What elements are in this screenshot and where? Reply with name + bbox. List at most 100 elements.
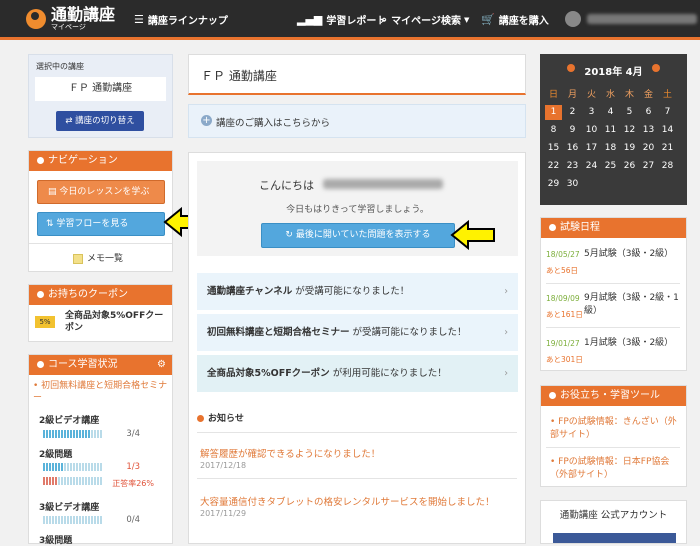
user-menu[interactable] bbox=[565, 11, 697, 27]
calendar-day[interactable]: 20 bbox=[640, 141, 657, 156]
bullet-icon bbox=[37, 290, 44, 298]
bar-chart-icon: ▂▄▆ bbox=[297, 13, 323, 26]
news-date: 2017/12/18 bbox=[200, 461, 247, 470]
notice-item[interactable]: 全商品対象5%OFFクーポン が利用可能になりました！ › bbox=[197, 354, 518, 392]
calendar-day[interactable]: 22 bbox=[545, 159, 562, 174]
calendar-weekday: 土 bbox=[662, 90, 672, 100]
chevron-right-icon: › bbox=[504, 327, 508, 338]
status-item-name[interactable]: 2級問題 bbox=[39, 447, 72, 460]
progress-bar bbox=[43, 430, 102, 438]
calendar-day[interactable]: 1 bbox=[545, 105, 562, 120]
tool-link[interactable]: • FPの試験情報：日本FP協会（外部サイト） bbox=[550, 456, 680, 482]
nav-purchase[interactable]: 🛒 講座を購入 bbox=[481, 12, 549, 27]
next-month-icon[interactable] bbox=[652, 64, 660, 72]
status-item-name[interactable]: 3級ビデオ講座 bbox=[39, 500, 99, 513]
notice-item[interactable]: 通勤講座チャンネル が受講可能になりました！ › bbox=[197, 272, 518, 310]
memo-link[interactable]: メモ一覧 bbox=[73, 251, 123, 264]
calendar-day[interactable]: 13 bbox=[640, 123, 657, 138]
purchase-link[interactable]: 講座のご購入はこちらから bbox=[216, 115, 330, 129]
calendar-day[interactable]: 15 bbox=[545, 141, 562, 156]
news-date: 2017/11/29 bbox=[200, 509, 247, 518]
calendar-day[interactable]: 5 bbox=[621, 105, 638, 120]
facebook-button[interactable] bbox=[553, 533, 676, 543]
calendar-weekday: 木 bbox=[624, 90, 634, 100]
calendar-day[interactable]: 17 bbox=[583, 141, 600, 156]
tool-link[interactable]: • FPの試験情報：きんざい（外部サイト） bbox=[550, 416, 680, 442]
logo[interactable]: 通勤講座 マイページ bbox=[26, 7, 115, 31]
status-item-progress: 3/4 bbox=[126, 429, 140, 439]
notice-item[interactable]: 初回無料講座と短期合格セミナー が受講可能になりました！ › bbox=[197, 313, 518, 351]
calendar-day[interactable]: 16 bbox=[564, 141, 581, 156]
calendar-weekday: 火 bbox=[586, 90, 596, 100]
calendar-weekday: 月 bbox=[567, 90, 577, 100]
nav-lineup[interactable]: ☰ 講座ラインナップ bbox=[134, 12, 228, 27]
caret-down-icon: ▼ bbox=[463, 15, 470, 24]
today-lesson-button[interactable]: ▤ 今日のレッスンを学ぶ bbox=[37, 180, 165, 204]
news-heading: お知らせ bbox=[197, 411, 244, 424]
calendar-day[interactable]: 3 bbox=[583, 105, 600, 120]
news-link[interactable]: 大容量通信付きタブレットの格安レンタルサービスを開始しました！ bbox=[200, 494, 495, 508]
calendar-day[interactable]: 30 bbox=[564, 177, 581, 192]
calendar-weekday: 水 bbox=[605, 90, 615, 100]
calendar-day[interactable]: 23 bbox=[564, 159, 581, 174]
chevron-right-icon: › bbox=[504, 286, 508, 297]
calendar-day[interactable]: 28 bbox=[659, 159, 676, 174]
progress-bar bbox=[43, 516, 102, 524]
status-item-name[interactable]: 2級ビデオ講座 bbox=[39, 413, 99, 426]
list-icon: ☰ bbox=[134, 13, 144, 26]
nav-search[interactable]: ⌕ マイページ検索 ▼ bbox=[381, 12, 470, 28]
tools-header: お役立ち・学習ツール bbox=[541, 386, 686, 406]
calendar-day[interactable]: 27 bbox=[640, 159, 657, 174]
calendar-day[interactable]: 10 bbox=[583, 123, 600, 138]
purchase-link-panel[interactable]: + 講座のご購入はこちらから bbox=[188, 104, 526, 138]
calendar-day[interactable]: 6 bbox=[640, 105, 657, 120]
calendar-day[interactable]: 8 bbox=[545, 123, 562, 138]
course-title-panel: ＦＰ 通勤講座 bbox=[188, 54, 526, 95]
page-title: ＦＰ 通勤講座 bbox=[201, 69, 277, 83]
gear-icon[interactable]: ⚙ bbox=[157, 355, 166, 375]
study-flow-button[interactable]: ⇅ 学習フローを見る bbox=[37, 212, 165, 236]
calendar-day[interactable]: 11 bbox=[602, 123, 619, 138]
coupon-header: お持ちのクーポン bbox=[29, 285, 172, 305]
divider bbox=[546, 283, 680, 284]
calendar: 2018年 4月 日月火水木金土 1 2 3 4 5 6 7 8 9 10 11 12 13 14 15 16 1… bbox=[540, 54, 687, 205]
calendar-day[interactable]: 29 bbox=[545, 177, 562, 192]
nav-report[interactable]: ▂▄▆ 学習レポート bbox=[297, 12, 386, 27]
book-icon: ▤ bbox=[48, 187, 60, 197]
switch-course-button[interactable]: ⇄ 講座の切り替え bbox=[56, 111, 144, 131]
accuracy-bar bbox=[43, 477, 102, 485]
calendar-day[interactable]: 26 bbox=[621, 159, 638, 174]
divider bbox=[197, 478, 517, 479]
status-item-progress: 0/4 bbox=[126, 515, 140, 525]
greeting-text: こんにちは bbox=[259, 179, 314, 192]
calendar-day[interactable]: 2 bbox=[564, 105, 581, 120]
calendar-day[interactable]: 21 bbox=[659, 141, 676, 156]
calendar-day[interactable]: 18 bbox=[602, 141, 619, 156]
calendar-day[interactable]: 24 bbox=[583, 159, 600, 174]
cart-icon: 🛒 bbox=[481, 13, 495, 26]
course-status-header: コース学習状況 ⚙ bbox=[29, 355, 172, 375]
selected-course-name: ＦＰ 通勤講座 bbox=[35, 77, 166, 101]
calendar-day[interactable]: 25 bbox=[602, 159, 619, 174]
status-item-name[interactable]: 3級問題 bbox=[39, 533, 72, 546]
calendar-day[interactable]: 19 bbox=[621, 141, 638, 156]
course-status-panel: コース学習状況 ⚙ • 初回無料講座と短期合格セミナー 2級ビデオ講座 3/4 2… bbox=[28, 354, 173, 546]
navigation-panel: ナビゲーション ▤ 今日のレッスンを学ぶ ⇅ 学習フローを見る メモ一覧 bbox=[28, 150, 173, 272]
calendar-day[interactable]: 7 bbox=[659, 105, 676, 120]
bullet-icon bbox=[197, 415, 204, 422]
calendar-day[interactable]: 12 bbox=[621, 123, 638, 138]
show-last-question-button[interactable]: ↻ 最後に開いていた問題を表示する bbox=[261, 223, 455, 248]
divider bbox=[546, 327, 680, 328]
user-name-blurred bbox=[323, 179, 443, 189]
memo-icon bbox=[73, 253, 83, 264]
calendar-day[interactable]: 9 bbox=[564, 123, 581, 138]
coupon-text[interactable]: 全商品対象5%OFFクーポン bbox=[65, 310, 165, 334]
news-link[interactable]: 解答履歴が確認できるようになりました！ bbox=[200, 446, 380, 460]
search-icon: ⌕ bbox=[381, 12, 388, 26]
status-item-progress: 1/3 bbox=[126, 462, 140, 472]
bullet-icon bbox=[37, 156, 44, 164]
calendar-day[interactable]: 4 bbox=[602, 105, 619, 120]
official-account-title: 通勤講座 公式アカウント bbox=[559, 510, 668, 521]
calendar-day[interactable]: 14 bbox=[659, 123, 676, 138]
course-name[interactable]: • 初回無料講座と短期合格セミナー bbox=[33, 380, 169, 404]
